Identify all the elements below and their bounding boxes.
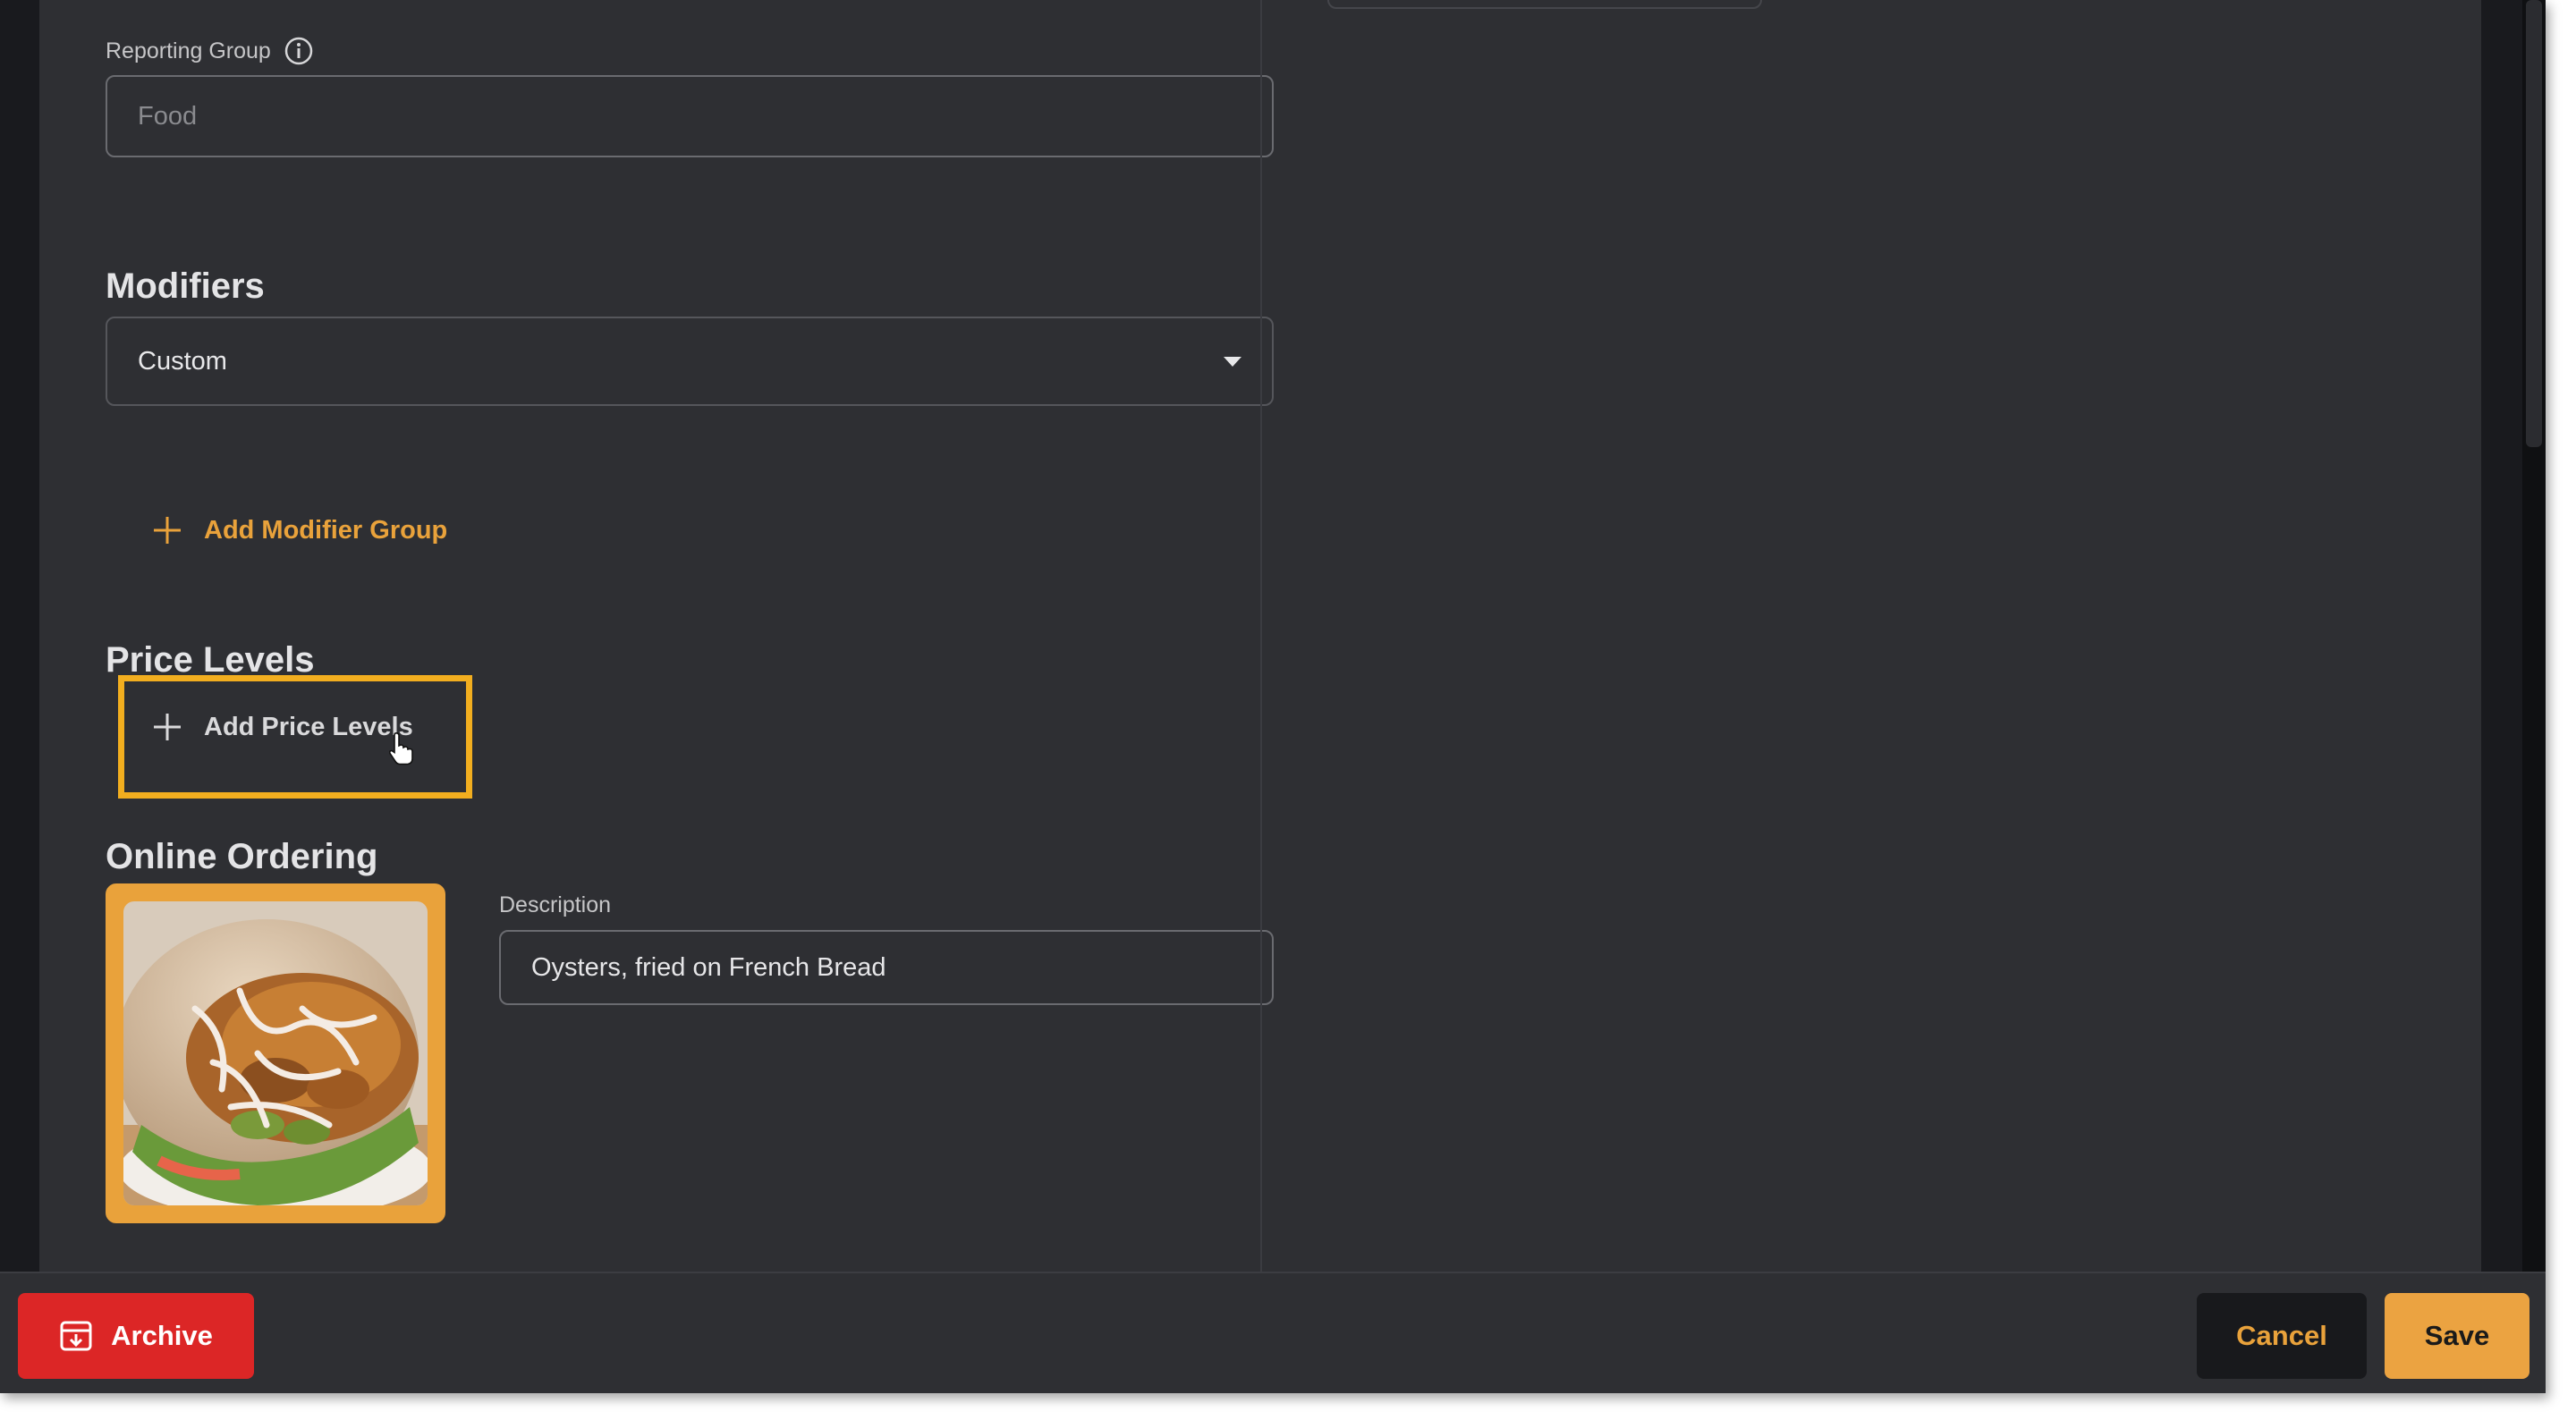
plus-icon [154,714,181,740]
description-input[interactable]: Oysters, fried on French Bread [499,930,1274,1005]
modifiers-select[interactable]: Custom [106,317,1274,406]
modifiers-selected-value: Custom [138,346,227,376]
chevron-down-icon [1224,356,1241,367]
reporting-group-placeholder: Food [138,101,198,131]
reporting-group-label-row: Reporting Group [106,36,314,66]
hand-pointer-icon [388,731,413,765]
reporting-group-label: Reporting Group [106,38,271,63]
add-modifier-group-label: Add Modifier Group [204,515,448,545]
plus-icon [154,517,181,544]
app-window: Reporting Group Food Modifiers Custom Ad… [0,0,2546,1393]
archive-icon [60,1321,92,1351]
description-value: Oysters, fried on French Bread [531,952,886,982]
column-divider [1260,0,1262,1272]
save-button[interactable]: Save [2385,1293,2529,1379]
scrollbar-thumb[interactable] [2526,0,2542,447]
modifiers-title: Modifiers [106,266,265,306]
add-price-levels-button[interactable]: Add Price Levels [152,712,413,742]
cancel-button[interactable]: Cancel [2197,1293,2367,1379]
item-image-frame[interactable] [106,883,445,1223]
info-icon[interactable] [284,36,314,66]
add-price-levels-label: Add Price Levels [204,712,413,741]
add-modifier-group-button[interactable]: Add Modifier Group [152,515,447,545]
item-photo [123,901,428,1205]
archive-button[interactable]: Archive [18,1293,254,1379]
archive-label: Archive [111,1320,213,1351]
online-ordering-title: Online Ordering [106,837,378,876]
right-column-field-edge[interactable] [1327,0,1762,9]
description-label: Description [499,892,612,917]
reporting-group-input[interactable]: Food [106,75,1274,157]
footer-bar: Archive Cancel Save [0,1272,2546,1393]
